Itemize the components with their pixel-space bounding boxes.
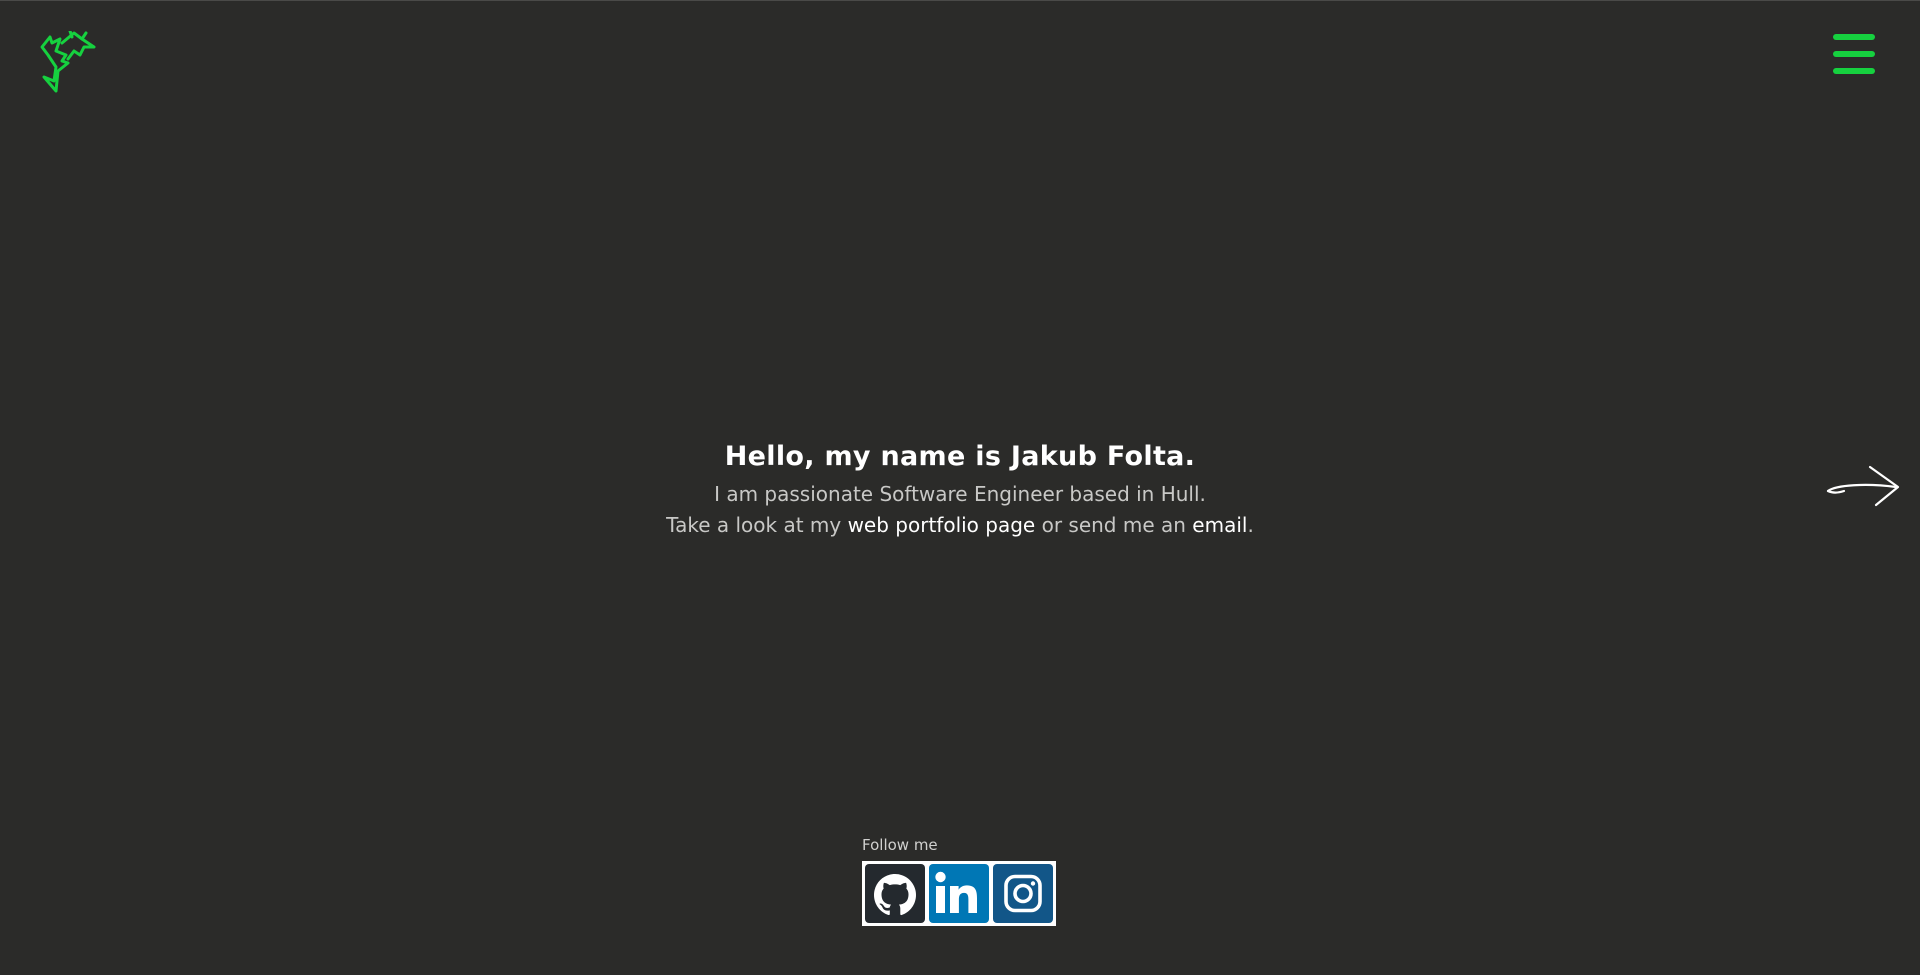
social-section: Follow me [862,836,1056,926]
hero-title: Hello, my name is Jakub Folta. [724,441,1196,472]
hero-links-line: Take a look at my web portfolio page or … [0,510,1920,541]
menu-bar [1833,68,1875,74]
menu-bar [1833,34,1875,40]
follow-label: Follow me [862,836,938,854]
hero-text-suffix: . [1247,513,1254,537]
hero-text-prefix: Take a look at my [666,513,848,537]
menu-bar [1833,51,1875,57]
linkedin-icon[interactable] [929,864,989,923]
email-link[interactable]: email [1192,513,1247,537]
logo-icon[interactable] [38,29,104,97]
hero-text-middle: or send me an [1035,513,1193,537]
portfolio-link[interactable]: web portfolio page [848,513,1036,537]
github-icon[interactable] [865,864,925,923]
hero-intro: I am passionate Software Engineer based … [714,482,1206,506]
hero-section: Hello, my name is Jakub Folta. I am pass… [0,435,1920,541]
menu-button[interactable] [1833,34,1875,80]
page: Hello, my name is Jakub Folta. I am pass… [0,0,1920,975]
right-arrow-icon[interactable] [1826,463,1902,509]
instagram-icon[interactable] [993,864,1053,923]
social-links [862,861,1056,926]
